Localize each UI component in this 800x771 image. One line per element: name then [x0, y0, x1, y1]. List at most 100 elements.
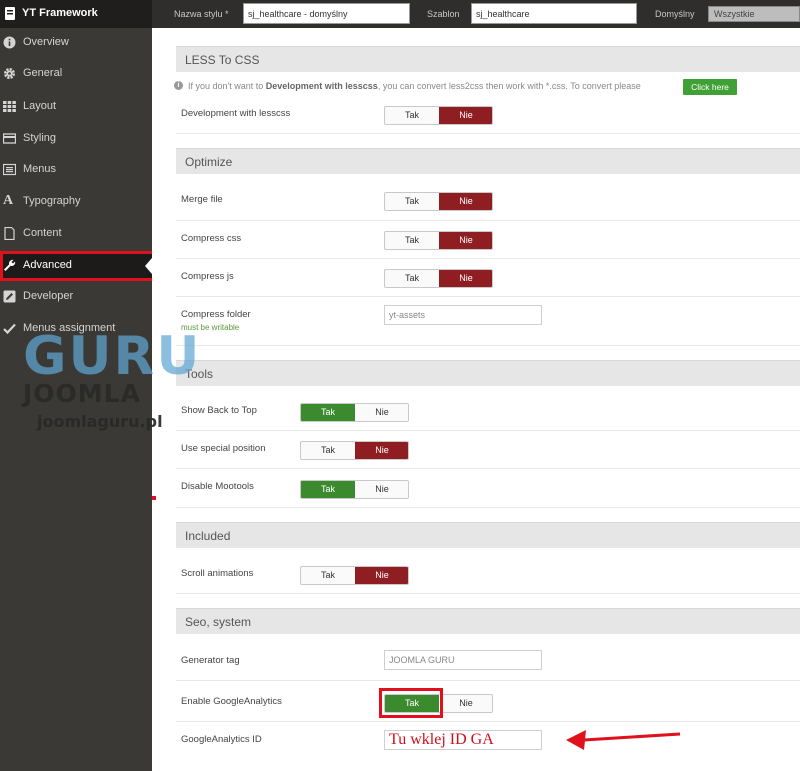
section-title: LESS To CSS	[185, 53, 260, 67]
sidebar-item-overview[interactable]: Overview	[0, 30, 152, 56]
generator-tag-label: Generator tag	[181, 655, 240, 666]
template-label: Szablon	[427, 9, 460, 19]
section-optimize: Optimize	[176, 148, 800, 174]
toggle-yes[interactable]: Tak	[301, 442, 355, 459]
toggle-yes[interactable]: Tak	[385, 193, 439, 210]
divider	[176, 296, 800, 297]
compress-css-toggle[interactable]: Tak Nie	[384, 231, 493, 250]
sidebar-item-menus[interactable]: Menus	[0, 157, 152, 183]
info-icon: i	[174, 81, 183, 90]
dev-lesscss-label: Development with lesscss	[181, 108, 291, 119]
divider	[176, 258, 800, 259]
pencil-icon	[3, 290, 16, 303]
toggle-yes[interactable]: Tak	[385, 270, 439, 287]
toggle-no[interactable]: Nie	[355, 481, 408, 498]
section-title: Seo, system	[185, 615, 252, 629]
sidebar-item-content[interactable]: Content	[0, 221, 152, 247]
divider	[176, 430, 800, 431]
sidebar-item-label: Typography	[23, 195, 81, 207]
ga-id-label: GoogleAnalytics ID	[181, 734, 262, 745]
toggle-no[interactable]: Nie	[439, 193, 492, 210]
card-icon	[3, 133, 16, 144]
sidebar-item-layout[interactable]: Layout	[0, 94, 152, 120]
disable-mootools-label: Disable Mootools	[181, 481, 254, 492]
merge-file-toggle[interactable]: Tak Nie	[384, 192, 493, 211]
section-title: Optimize	[185, 155, 233, 169]
scroll-animations-toggle[interactable]: Tak Nie	[300, 566, 409, 585]
ga-highlight-box	[379, 688, 443, 718]
style-name-label: Nazwa stylu *	[174, 9, 229, 19]
gear-icon	[4, 68, 15, 79]
toggle-no[interactable]: Nie	[439, 695, 492, 712]
grid-icon	[3, 101, 16, 112]
toggle-no[interactable]: Nie	[355, 404, 408, 421]
arrow-left-icon	[566, 730, 681, 750]
brand: YT Framework	[0, 0, 152, 28]
divider	[176, 345, 800, 346]
sidebar-item-label: Content	[23, 227, 62, 239]
toggle-no[interactable]: Nie	[355, 442, 408, 459]
default-label: Domyślny	[655, 9, 695, 19]
special-position-toggle[interactable]: Tak Nie	[300, 441, 409, 460]
framework-logo-icon	[5, 7, 15, 20]
divider	[176, 133, 800, 134]
sidebar-item-label: Styling	[23, 132, 57, 144]
click-here-button[interactable]: Click here	[683, 79, 737, 95]
sidebar-item-label: Menus	[23, 163, 57, 175]
ga-id-input[interactable]: Tu wklej ID GA	[384, 730, 542, 750]
toggle-yes[interactable]: Tak	[385, 232, 439, 249]
top-bar: YT Framework Nazwa stylu * sj_healthcare…	[0, 0, 800, 28]
toggle-yes[interactable]: Tak	[301, 567, 355, 584]
toggle-no[interactable]: Nie	[355, 567, 408, 584]
document-icon	[4, 227, 15, 240]
divider	[176, 680, 800, 681]
marker-dot	[152, 496, 156, 500]
enable-ga-label: Enable GoogleAnalytics	[181, 696, 282, 707]
menu-icon	[3, 163, 16, 176]
back-to-top-toggle[interactable]: Tak Nie	[300, 403, 409, 422]
section-less: LESS To CSS	[176, 46, 800, 72]
sidebar-item-label: General	[23, 67, 63, 79]
watermark-url: joomlaguru.pl	[37, 412, 163, 431]
special-position-label: Use special position	[181, 443, 266, 454]
section-tools: Tools	[176, 360, 800, 386]
disable-mootools-toggle[interactable]: Tak Nie	[300, 480, 409, 499]
sidebar-item-label: Developer	[23, 290, 74, 302]
less-info-text: If you don't want to Development with le…	[188, 81, 641, 91]
section-included: Included	[176, 522, 800, 548]
check-icon	[3, 323, 16, 335]
default-select[interactable]: Wszystkie	[708, 6, 800, 22]
compress-js-label: Compress js	[181, 271, 234, 282]
advanced-highlight-box	[0, 251, 161, 281]
sidebar-item-label: Layout	[23, 100, 57, 112]
watermark-guru: GURU	[23, 326, 202, 387]
compress-js-toggle[interactable]: Tak Nie	[384, 269, 493, 288]
toggle-yes[interactable]: Tak	[301, 404, 355, 421]
toggle-no[interactable]: Nie	[439, 107, 492, 124]
main-content: LESS To CSS i If you don't want to Devel…	[152, 28, 800, 771]
sidebar-item-developer[interactable]: Developer	[0, 284, 152, 310]
watermark-joomla: JOOMLA	[23, 379, 141, 408]
sidebar-item-general[interactable]: General	[0, 61, 152, 87]
back-to-top-label: Show Back to Top	[181, 405, 257, 416]
toggle-yes[interactable]: Tak	[301, 481, 355, 498]
sidebar-item-typography[interactable]: A Typography	[0, 189, 152, 215]
divider	[176, 220, 800, 221]
generator-tag-input[interactable]: JOOMLA GURU	[384, 650, 542, 670]
font-icon: A	[3, 193, 14, 208]
compress-folder-label: Compress folder	[181, 309, 251, 320]
toggle-yes[interactable]: Tak	[385, 107, 439, 124]
section-title: Included	[185, 529, 231, 543]
toggle-no[interactable]: Nie	[439, 270, 492, 287]
compress-folder-input[interactable]: yt-assets	[384, 305, 542, 325]
style-name-input[interactable]: sj_healthcare - domyślny	[243, 3, 410, 24]
toggle-no[interactable]: Nie	[439, 232, 492, 249]
dev-lesscss-toggle[interactable]: Tak Nie	[384, 106, 493, 125]
divider	[176, 721, 800, 722]
sidebar-item-styling[interactable]: Styling	[0, 126, 152, 152]
scroll-animations-label: Scroll animations	[181, 568, 254, 579]
app-title: YT Framework	[22, 7, 98, 19]
template-input[interactable]: sj_healthcare	[471, 3, 637, 24]
divider	[176, 593, 800, 594]
info-icon	[3, 36, 16, 49]
